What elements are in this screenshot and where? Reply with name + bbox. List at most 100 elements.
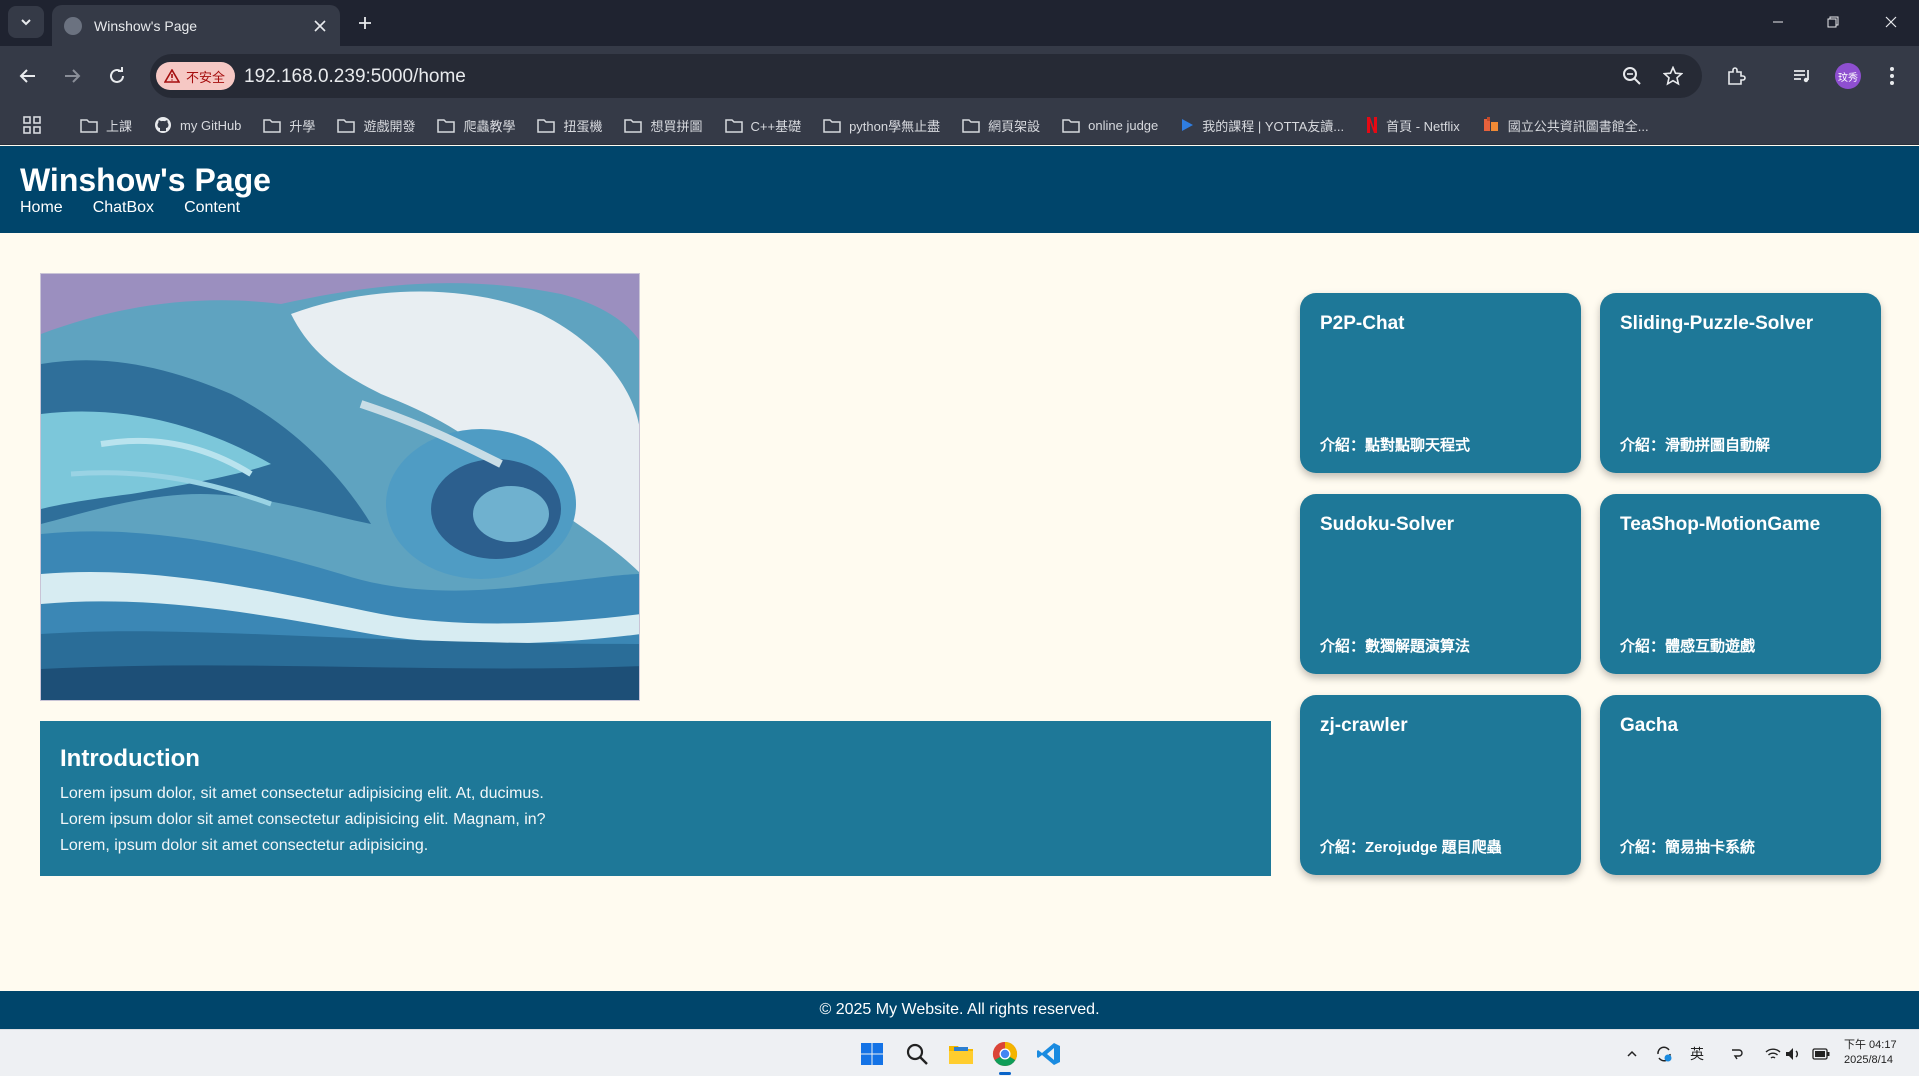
bookmark-item[interactable]: python學無止盡 bbox=[823, 116, 940, 135]
restore-button[interactable] bbox=[1806, 0, 1860, 44]
folder-icon bbox=[337, 118, 356, 133]
project-description: 介紹：數獨解題演算法 bbox=[1320, 638, 1471, 655]
chevron-down-icon bbox=[21, 19, 31, 26]
chrome-taskbar-button[interactable] bbox=[990, 1039, 1020, 1075]
magnifier-icon bbox=[1623, 67, 1641, 85]
forward-button[interactable] bbox=[56, 60, 88, 92]
zoom-button[interactable] bbox=[1620, 64, 1644, 88]
start-button[interactable] bbox=[857, 1039, 887, 1069]
security-chip[interactable]: 不安全 bbox=[156, 62, 236, 90]
bookmark-label: C++基礎 bbox=[750, 118, 802, 134]
bookmark-item[interactable]: 遊戲開發 bbox=[337, 116, 415, 135]
tray-overflow-button[interactable] bbox=[1621, 1043, 1643, 1065]
bookmark-item[interactable]: 首頁 - Netflix bbox=[1366, 116, 1460, 135]
bookmark-item[interactable]: 升學 bbox=[263, 116, 315, 135]
apps-button[interactable] bbox=[22, 115, 42, 140]
start-icon bbox=[861, 1043, 883, 1065]
ime-mode-button[interactable]: 英 bbox=[1686, 1043, 1708, 1065]
bookmark-label: 爬蟲教學 bbox=[463, 118, 516, 134]
browser-tab-bar: Winshow's Page bbox=[0, 0, 1919, 46]
project-card-teashop-motiongame[interactable]: TeaShop-MotionGame 介紹：體感互動遊戲 bbox=[1600, 494, 1881, 674]
project-card-sliding-puzzle-solver[interactable]: Sliding-Puzzle-Solver 介紹：滑動拼圖自動解 bbox=[1600, 293, 1881, 473]
clock-time: 下午 04:17 bbox=[1844, 1039, 1897, 1051]
bookmark-label: 網頁架設 bbox=[988, 118, 1041, 134]
project-description: 介紹：滑動拼圖自動解 bbox=[1620, 437, 1771, 454]
bookmark-list: 上課 my GitHub 升學 遊戲開發 爬蟲教學 扭蛋機 想買拼圖 C++基礎 python學… bbox=[80, 105, 1671, 145]
bookmark-item[interactable]: 扭蛋機 bbox=[537, 116, 602, 135]
globe-icon bbox=[64, 16, 82, 35]
minimize-button[interactable] bbox=[1751, 0, 1805, 44]
url-text[interactable]: 192.168.0.239:5000/home bbox=[244, 66, 466, 88]
new-tab-button[interactable] bbox=[352, 10, 378, 36]
close-icon bbox=[1885, 16, 1897, 28]
browser-menu-button[interactable] bbox=[1876, 60, 1908, 92]
file-explorer-button[interactable] bbox=[946, 1039, 976, 1069]
browser-toolbar: 不安全 192.168.0.239:5000/home 玟秀 bbox=[0, 46, 1919, 105]
close-tab-button[interactable] bbox=[310, 16, 330, 36]
chrome-icon bbox=[992, 1042, 1018, 1067]
address-bar[interactable]: 不安全 192.168.0.239:5000/home bbox=[150, 54, 1702, 98]
project-description: 介紹：Zerojudge 題目爬蟲 bbox=[1320, 839, 1502, 856]
close-window-button[interactable] bbox=[1864, 0, 1918, 44]
bookmark-star-button[interactable] bbox=[1661, 64, 1685, 88]
wifi-tray-button[interactable] bbox=[1762, 1043, 1784, 1065]
star-icon bbox=[1663, 66, 1683, 86]
nav-home-link[interactable]: Home bbox=[20, 199, 63, 217]
bookmark-label: 扭蛋機 bbox=[563, 118, 603, 134]
bookmark-item[interactable]: 網頁架設 bbox=[962, 116, 1040, 135]
bookmark-item[interactable]: my GitHub bbox=[154, 116, 241, 134]
project-card-gacha[interactable]: Gacha 介紹：簡易抽卡系統 bbox=[1600, 695, 1881, 875]
project-card-sudoku-solver[interactable]: Sudoku-Solver 介紹：數獨解題演算法 bbox=[1300, 494, 1581, 674]
project-card-p2p-chat[interactable]: P2P-Chat 介紹：點對點聊天程式 bbox=[1300, 293, 1581, 473]
bookmark-item[interactable]: 想買拼圖 bbox=[624, 116, 703, 135]
apps-grid-icon bbox=[23, 116, 41, 134]
tab-search-button[interactable] bbox=[8, 6, 44, 38]
netflix-icon bbox=[1366, 116, 1378, 134]
github-icon bbox=[154, 116, 172, 134]
project-card-zj-crawler[interactable]: zj-crawler 介紹：Zerojudge 題目爬蟲 bbox=[1300, 695, 1581, 875]
bookmark-item[interactable]: C++基礎 bbox=[724, 116, 802, 135]
folder-icon bbox=[724, 118, 743, 133]
project-title: TeaShop-MotionGame bbox=[1620, 514, 1821, 535]
folder-icon bbox=[437, 118, 456, 133]
bookmark-item[interactable]: 國立公共資訊圖書館全... bbox=[1482, 116, 1649, 135]
extensions-button[interactable] bbox=[1720, 60, 1752, 92]
taskbar-clock[interactable]: 下午 04:17 2025/8/14 bbox=[1844, 1038, 1897, 1068]
bookmark-item[interactable]: online judge bbox=[1062, 118, 1158, 133]
taskbar-search-button[interactable] bbox=[902, 1039, 932, 1069]
media-control-button[interactable] bbox=[1786, 60, 1818, 92]
windows-taskbar: 英 下午 04:17 2025/8/14 bbox=[0, 1029, 1919, 1076]
profile-button[interactable]: 玟秀 bbox=[1832, 60, 1864, 92]
browser-tab[interactable]: Winshow's Page bbox=[52, 5, 340, 46]
search-icon bbox=[906, 1043, 928, 1065]
reload-icon bbox=[110, 67, 124, 83]
back-button[interactable] bbox=[12, 60, 44, 92]
bookmark-label: 升學 bbox=[289, 118, 316, 134]
close-icon bbox=[314, 19, 326, 32]
folder-icon bbox=[1062, 118, 1080, 133]
security-label: 不安全 bbox=[186, 69, 226, 85]
vscode-taskbar-button[interactable] bbox=[1034, 1039, 1064, 1069]
arrow-right-icon bbox=[65, 69, 81, 83]
volume-tray-button[interactable] bbox=[1782, 1043, 1804, 1065]
more-vertical-icon bbox=[1890, 67, 1894, 85]
bookmark-label: 遊戲開發 bbox=[363, 118, 416, 134]
bookmark-label: 我的課程 | YOTTA友讀... bbox=[1202, 118, 1345, 134]
introduction-heading: Introduction bbox=[60, 745, 200, 772]
bookmarks-bar: 上課 my GitHub 升學 遊戲開發 爬蟲教學 扭蛋機 想買拼圖 C++基礎 python學… bbox=[0, 105, 1919, 145]
wave-artwork-image bbox=[40, 273, 640, 701]
bookmark-label: 上課 bbox=[106, 118, 133, 134]
ime-switch-button[interactable] bbox=[1725, 1043, 1747, 1065]
sync-tray-button[interactable] bbox=[1653, 1043, 1675, 1065]
bookmark-item[interactable]: 上課 bbox=[80, 116, 132, 135]
bookmark-item[interactable]: 爬蟲教學 bbox=[437, 116, 515, 135]
bookmark-item[interactable]: 我的課程 | YOTTA友讀... bbox=[1180, 116, 1344, 135]
reload-button[interactable] bbox=[101, 60, 133, 92]
folder-icon bbox=[80, 118, 98, 133]
nav-chatbox-link[interactable]: ChatBox bbox=[93, 199, 154, 217]
bookmark-label: my GitHub bbox=[180, 117, 242, 133]
battery-tray-button[interactable] bbox=[1810, 1043, 1832, 1065]
bookmark-label: online judge bbox=[1088, 117, 1159, 133]
project-title: Sudoku-Solver bbox=[1320, 514, 1455, 535]
nav-content-link[interactable]: Content bbox=[184, 199, 240, 217]
